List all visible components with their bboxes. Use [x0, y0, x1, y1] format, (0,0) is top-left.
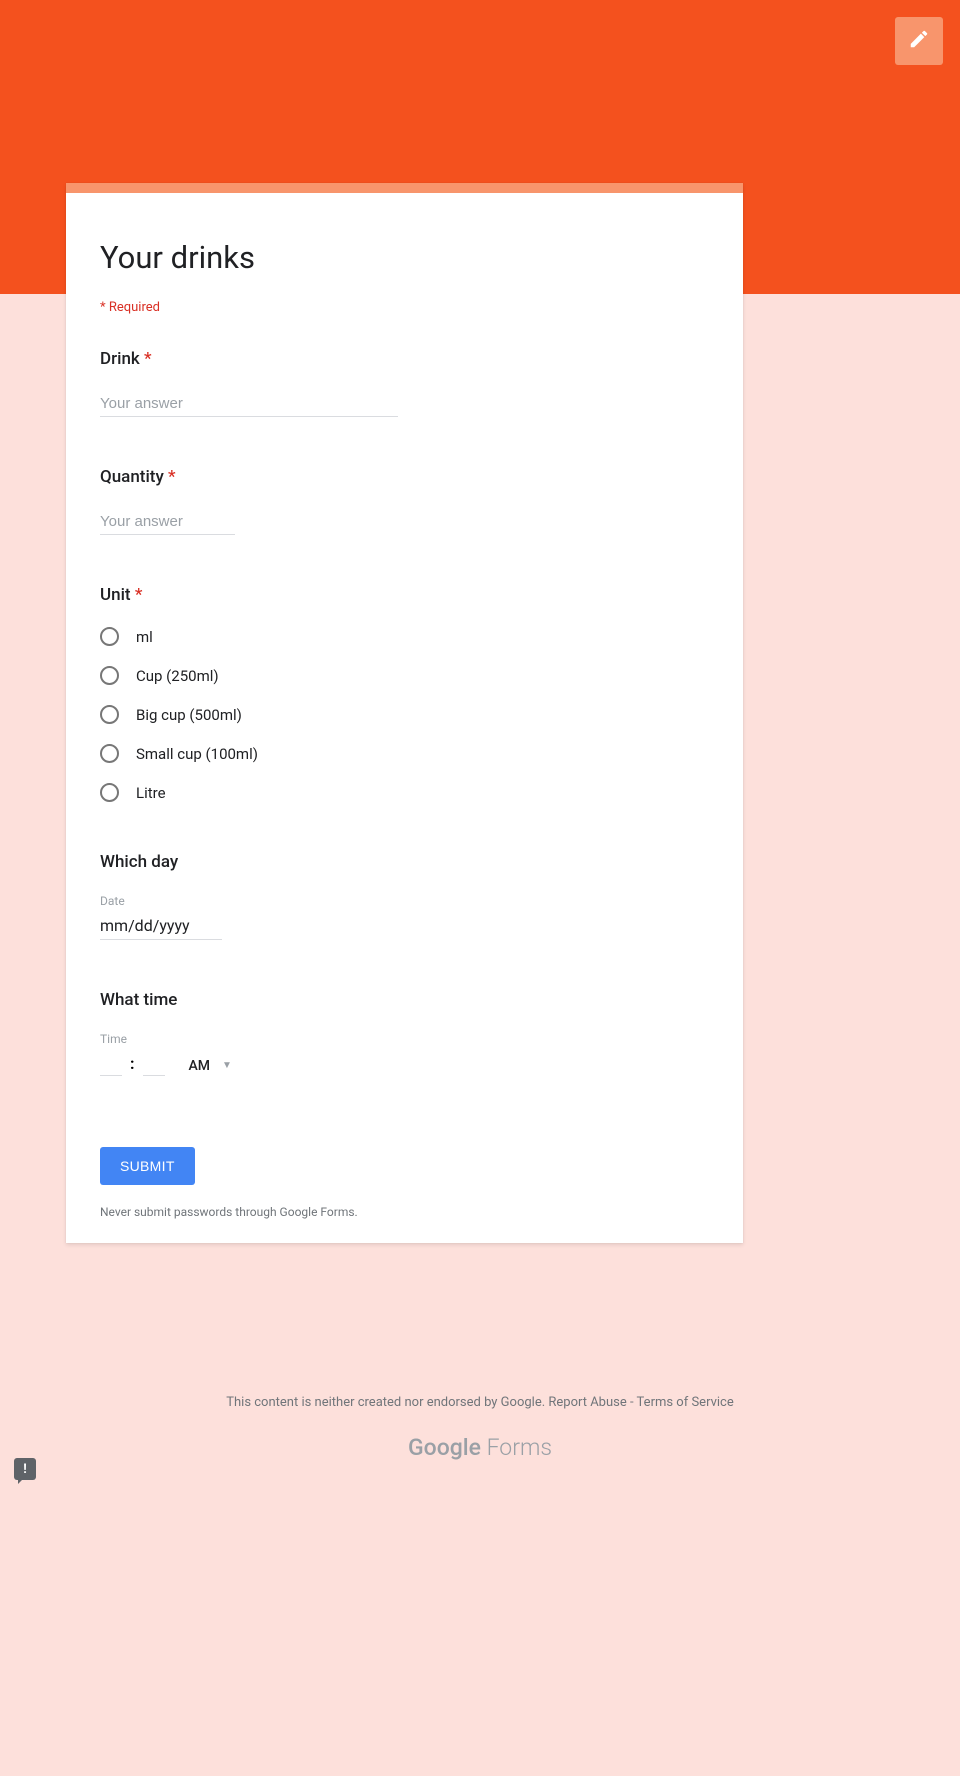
form-card: Your drinks * Required Drink * Quantity …: [66, 183, 743, 1243]
time-colon: :: [128, 1054, 137, 1077]
radio-label: Litre: [136, 784, 166, 802]
required-asterisk: *: [135, 585, 143, 605]
radio-label: Big cup (500ml): [136, 706, 242, 724]
minute-input[interactable]: [143, 1056, 165, 1076]
radio-option[interactable]: Small cup (100ml): [100, 744, 709, 763]
edit-button[interactable]: [895, 17, 943, 65]
question-label: What time: [100, 990, 709, 1010]
tos-link[interactable]: Terms of Service: [637, 1395, 734, 1410]
label-text: Unit: [100, 585, 131, 605]
unit-radio-group: ml Cup (250ml) Big cup (500ml) Small cup…: [100, 627, 709, 802]
radio-option[interactable]: ml: [100, 627, 709, 646]
footer: This content is neither created nor endo…: [0, 1395, 960, 1461]
hour-input[interactable]: [100, 1056, 122, 1076]
radio-icon: [100, 783, 119, 802]
radio-label: Small cup (100ml): [136, 745, 258, 763]
radio-label: ml: [136, 628, 153, 646]
report-abuse-link[interactable]: Report Abuse: [548, 1395, 626, 1410]
radio-icon: [100, 744, 119, 763]
required-asterisk: *: [168, 467, 176, 487]
question-day: Which day Date mm/dd/yyyy: [100, 852, 709, 940]
date-sublabel: Date: [100, 894, 709, 908]
question-time: What time Time : AM ▼: [100, 990, 709, 1077]
radio-option[interactable]: Cup (250ml): [100, 666, 709, 685]
footer-disclaimer: This content is neither created nor endo…: [226, 1395, 548, 1410]
radio-option[interactable]: Litre: [100, 783, 709, 802]
password-warning: Never submit passwords through Google Fo…: [100, 1205, 709, 1219]
question-label: Unit *: [100, 585, 709, 605]
radio-label: Cup (250ml): [136, 667, 219, 685]
radio-icon: [100, 705, 119, 724]
drink-input[interactable]: [100, 391, 398, 417]
time-input-row: : AM ▼: [100, 1054, 709, 1077]
pencil-icon: [908, 28, 930, 54]
brand-google: Google: [408, 1434, 481, 1461]
brand-forms: Forms: [481, 1434, 552, 1461]
radio-icon: [100, 627, 119, 646]
submit-button[interactable]: SUBMIT: [100, 1147, 195, 1185]
radio-icon: [100, 666, 119, 685]
form-title: Your drinks: [100, 239, 709, 276]
ampm-select[interactable]: AM: [189, 1058, 211, 1074]
label-text: Drink: [100, 349, 140, 369]
feedback-button[interactable]: !: [14, 1458, 36, 1480]
date-input[interactable]: mm/dd/yyyy: [100, 916, 222, 940]
dropdown-icon: ▼: [222, 1060, 232, 1071]
required-legend: * Required: [100, 300, 709, 315]
radio-option[interactable]: Big cup (500ml): [100, 705, 709, 724]
time-sublabel: Time: [100, 1032, 709, 1046]
question-label: Quantity *: [100, 467, 709, 487]
question-unit: Unit * ml Cup (250ml) Big cup (500ml): [100, 585, 709, 802]
question-label: Drink *: [100, 349, 709, 369]
footer-sep: -: [627, 1395, 637, 1410]
feedback-icon: !: [23, 1462, 27, 1477]
quantity-input[interactable]: [100, 509, 235, 535]
question-drink: Drink *: [100, 349, 709, 417]
question-label: Which day: [100, 852, 709, 872]
google-forms-brand[interactable]: Google Forms: [0, 1434, 960, 1461]
label-text: Quantity: [100, 467, 164, 487]
question-quantity: Quantity *: [100, 467, 709, 535]
required-asterisk: *: [144, 349, 152, 369]
